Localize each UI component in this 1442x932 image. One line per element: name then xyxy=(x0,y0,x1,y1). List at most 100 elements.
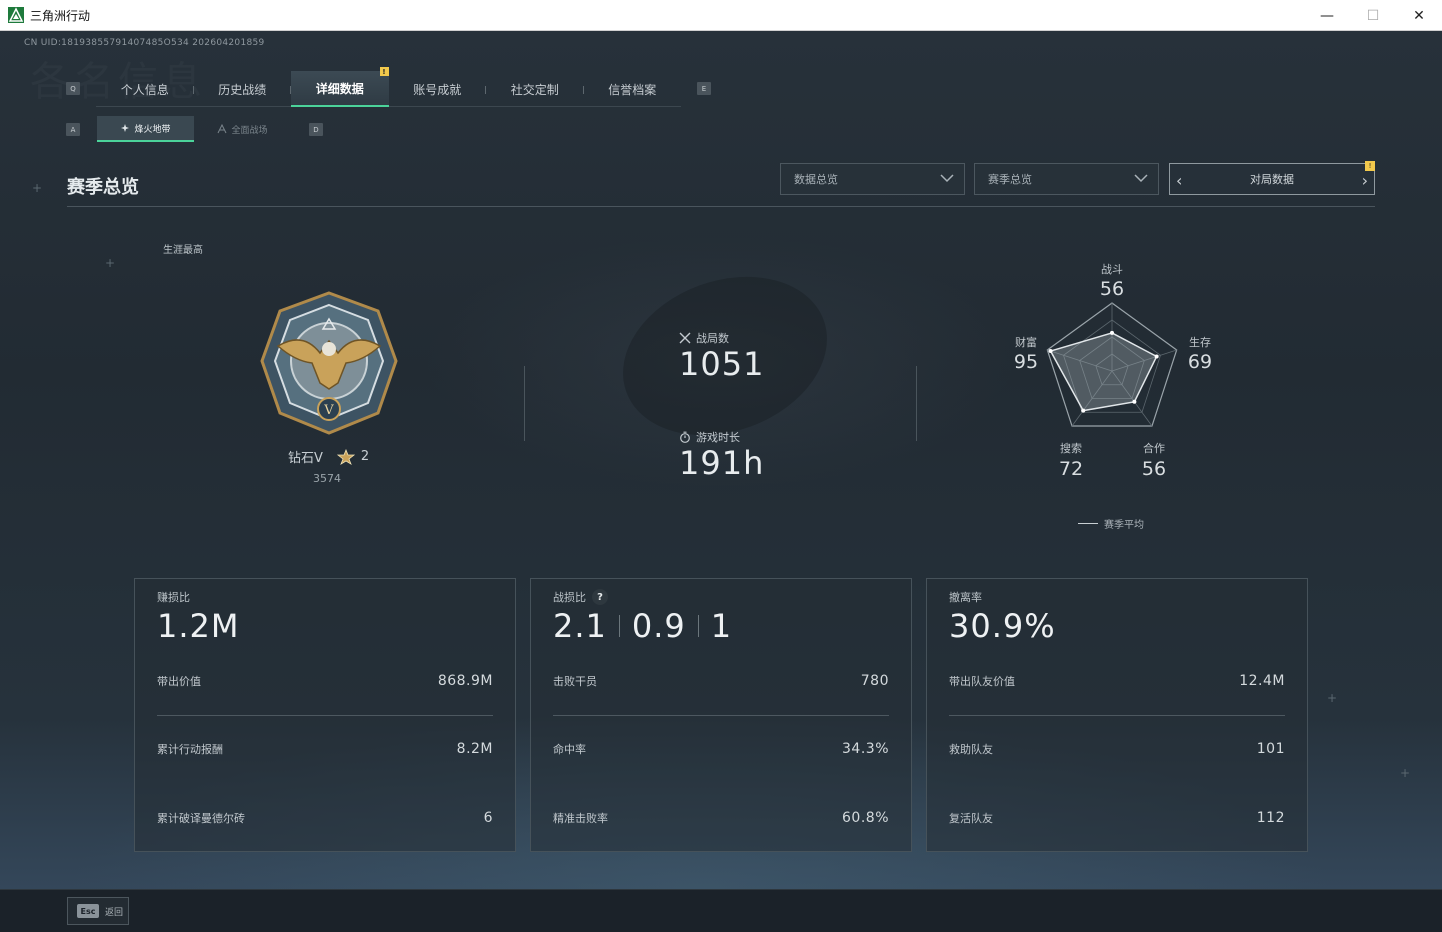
row-divider xyxy=(157,715,493,716)
row-divider xyxy=(553,715,889,716)
stat-value: 112 xyxy=(1256,810,1285,826)
stat-value: 6 xyxy=(483,810,493,826)
chevron-left-icon[interactable]: ‹ xyxy=(1176,171,1182,190)
radar-player-area xyxy=(1049,332,1158,412)
chevron-right-icon[interactable]: › xyxy=(1362,171,1368,190)
playtime-label-text: 游戏时长 xyxy=(696,431,740,444)
radar-value-cooperation: 56 xyxy=(1141,458,1167,480)
maximize-button[interactable]: ☐ xyxy=(1350,0,1396,31)
fire-zone-icon xyxy=(121,124,130,132)
radar-value-survival: 69 xyxy=(1187,351,1213,373)
back-button[interactable]: Esc 返回 xyxy=(67,897,129,925)
tab-personal-info[interactable]: 个人信息 xyxy=(96,71,194,107)
tab-history[interactable]: 历史战绩 xyxy=(194,71,291,107)
match-data-selector[interactable]: ‹ 对局数据 › ! xyxy=(1169,161,1375,195)
stat-key: 精准击败率 xyxy=(553,812,608,825)
kd-part-3: 1 xyxy=(710,607,733,645)
tab-detailed-data[interactable]: 详细数据! xyxy=(291,67,389,107)
rank-title: 钻石V xyxy=(288,451,323,466)
legend-line xyxy=(1078,523,1098,524)
svg-text:V: V xyxy=(323,403,334,418)
radar-point xyxy=(1110,330,1114,335)
stat-value: 8.2M xyxy=(456,741,493,757)
subtab-next-key[interactable]: D xyxy=(309,123,323,136)
extraction-rate-card: 撤离率 30.9% 带出队友价值 12.4M 救助队友 101 复活队友 112 xyxy=(926,578,1308,852)
new-badge: ! xyxy=(1365,161,1375,171)
matches-label-text: 战局数 xyxy=(696,332,729,345)
stat-row: 带出队友价值 12.4M xyxy=(949,671,1285,691)
help-icon[interactable]: ? xyxy=(592,589,608,605)
tab-credit-record[interactable]: 信誉档案 xyxy=(584,71,682,107)
card-big-value: 1.2M xyxy=(157,607,240,645)
chevron-down-icon xyxy=(1134,174,1148,183)
tab-label: 历史战绩 xyxy=(218,82,267,97)
playtime-label: 游戏时长 xyxy=(679,429,740,445)
radar-label-wealth: 财富 xyxy=(1015,336,1037,349)
new-badge: ! xyxy=(379,67,389,76)
radar-point xyxy=(1154,354,1159,359)
decor-plus: + xyxy=(1400,766,1411,780)
card-label: 赚损比 xyxy=(157,589,190,605)
tab-label: 社交定制 xyxy=(510,82,559,97)
mode-subtab-bar: 烽火地带 全面战场 xyxy=(97,116,291,142)
subtab-prev-key[interactable]: A xyxy=(66,123,80,136)
chevron-down-icon xyxy=(940,174,954,183)
uid-text: CN UID:18193855791407485O534 20260420185… xyxy=(24,38,265,48)
season-overview-dropdown[interactable]: 赛季总览 xyxy=(974,163,1159,195)
close-button[interactable]: ✕ xyxy=(1396,0,1442,31)
stat-value: 34.3% xyxy=(842,741,889,757)
subtab-fire-zone[interactable]: 烽火地带 xyxy=(97,116,194,142)
tab-social-custom[interactable]: 社交定制 xyxy=(486,71,584,107)
radar-value-combat: 56 xyxy=(1099,278,1125,300)
section-divider xyxy=(67,206,1375,207)
tab-label: 账号成就 xyxy=(413,82,462,97)
app-logo-icon xyxy=(8,7,24,23)
main-panel: 各名信息 CN UID:18193855791407485O534 202604… xyxy=(0,31,1442,889)
stat-row: 累计破译曼德尔砖 6 xyxy=(157,808,493,828)
radar-label-cooperation: 合作 xyxy=(1143,442,1165,455)
star-icon xyxy=(336,448,355,465)
tab-next-key[interactable]: E xyxy=(697,82,711,95)
tab-label: 详细数据 xyxy=(315,81,364,96)
subtab-battlefield[interactable]: 全面战场 xyxy=(194,116,291,142)
subtab-label: 全面战场 xyxy=(231,125,268,136)
radar-label-search: 搜索 xyxy=(1060,442,1082,455)
radar-point xyxy=(1048,349,1053,354)
career-highest-label: 生涯最高 xyxy=(163,245,203,256)
battlefield-icon xyxy=(218,124,227,134)
main-tab-bar: 个人信息 历史战绩 详细数据! 账号成就 社交定制 信誉档案 xyxy=(96,67,682,107)
radar-value-wealth: 95 xyxy=(1013,351,1039,373)
stat-row: 复活队友 112 xyxy=(949,808,1285,828)
radar-point xyxy=(1132,399,1137,404)
kd-part-2: 0.9 xyxy=(631,607,686,645)
radar-legend: 赛季平均 xyxy=(1078,516,1144,531)
card-label: 撤离率 xyxy=(949,589,982,605)
stat-key: 带出队友价值 xyxy=(949,675,1015,688)
stat-value: 60.8% xyxy=(842,810,889,826)
back-label: 返回 xyxy=(105,907,124,918)
data-overview-dropdown[interactable]: 数据总览 xyxy=(780,163,965,195)
section-title: 赛季总览 xyxy=(67,177,139,198)
crossed-swords-icon xyxy=(679,332,691,344)
stat-key: 复活队友 xyxy=(949,812,993,825)
stat-key: 击败干员 xyxy=(553,675,597,688)
rank-badge: V xyxy=(258,291,400,436)
tab-prev-key[interactable]: Q xyxy=(66,82,80,95)
radar-label-survival: 生存 xyxy=(1189,336,1211,349)
rank-stars-count: 2 xyxy=(360,449,370,464)
radar-point xyxy=(1081,408,1086,413)
rank-name: 钻石V 2 xyxy=(288,447,369,466)
radar-label-combat: 战斗 xyxy=(1101,263,1123,276)
stat-row: 救助队友 101 xyxy=(949,739,1285,759)
tab-achievements[interactable]: 账号成就 xyxy=(389,71,486,107)
stopwatch-icon xyxy=(680,431,690,443)
match-data-label: 对局数据 xyxy=(1250,173,1294,186)
stat-row: 命中率 34.3% xyxy=(553,739,889,759)
stat-value: 780 xyxy=(860,673,889,689)
stat-value: 101 xyxy=(1256,741,1285,757)
stat-value: 868.9M xyxy=(437,673,493,689)
minimize-button[interactable]: — xyxy=(1304,0,1350,31)
card-label-text: 战损比 xyxy=(553,591,586,604)
stat-row: 带出价值 868.9M xyxy=(157,671,493,691)
card-label-text: 赚损比 xyxy=(157,591,190,604)
